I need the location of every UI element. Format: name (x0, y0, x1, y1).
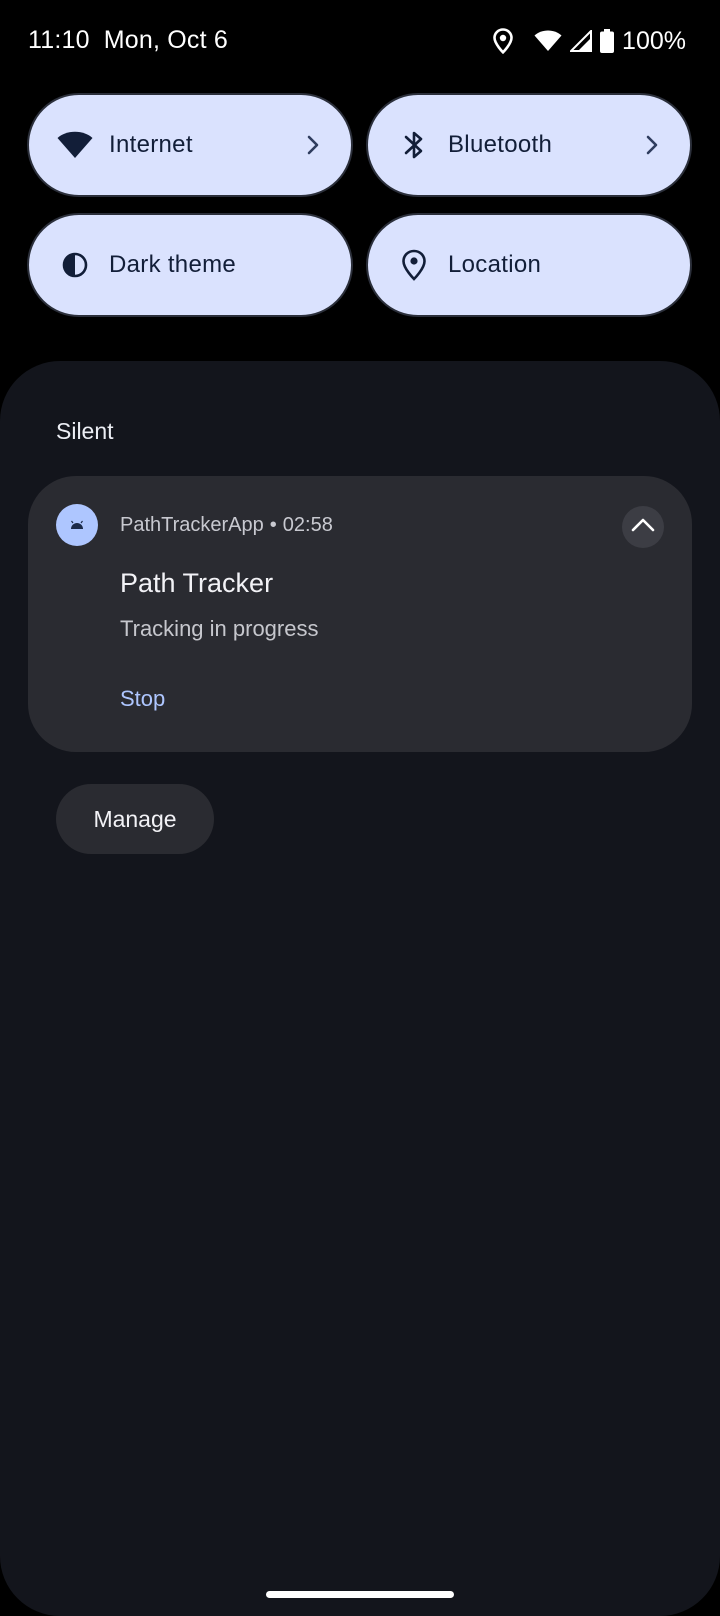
notification-card[interactable]: PathTrackerApp • 02:58 Path Tracker Tracki… (28, 476, 692, 752)
notification-title: Path Tracker (120, 568, 274, 598)
bluetooth-icon (396, 127, 432, 163)
location-icon (492, 28, 514, 54)
status-icons: 100% (492, 24, 686, 58)
cellular-signal-icon (570, 30, 593, 52)
tile-internet[interactable]: Internet (27, 93, 353, 197)
tile-location[interactable]: Location (366, 213, 692, 317)
wifi-icon (57, 127, 93, 163)
notification-text: Tracking in progress (120, 616, 319, 641)
notification-time: 02:58 (282, 514, 333, 536)
section-title-silent: Silent (56, 418, 114, 444)
status-clock-date: 11:10 Mon, Oct 6 (28, 26, 228, 55)
status-bar: 11:10 Mon, Oct 6 100% (0, 0, 720, 84)
home-indicator[interactable] (266, 1591, 454, 1598)
dark-theme-icon (57, 247, 93, 283)
status-time: 11:10 (28, 26, 90, 54)
tile-dark-theme-label: Dark theme (109, 251, 237, 278)
app-name: PathTrackerApp (120, 514, 264, 536)
stop-button[interactable]: Stop (120, 686, 165, 712)
battery-icon (600, 29, 615, 53)
tile-bluetooth-label: Bluetooth (448, 131, 553, 158)
tile-dark-theme[interactable]: Dark theme (27, 213, 353, 317)
tile-internet-label: Internet (109, 131, 193, 158)
chevron-right-icon (642, 133, 662, 157)
location-pin-icon (396, 247, 432, 283)
wifi-icon (534, 30, 562, 52)
chevron-up-icon (630, 517, 656, 538)
battery-percent: 100% (622, 26, 686, 55)
tile-location-label: Location (448, 251, 542, 278)
manage-button[interactable]: Manage (56, 784, 214, 854)
notification-header: PathTrackerApp • 02:58 (120, 514, 333, 537)
meta-separator: • (269, 514, 277, 536)
status-date: Mon, Oct 6 (103, 26, 228, 54)
collapse-button[interactable] (622, 506, 664, 548)
chevron-right-icon (303, 133, 323, 157)
android-app-icon (56, 504, 98, 546)
tile-bluetooth[interactable]: Bluetooth (366, 93, 692, 197)
